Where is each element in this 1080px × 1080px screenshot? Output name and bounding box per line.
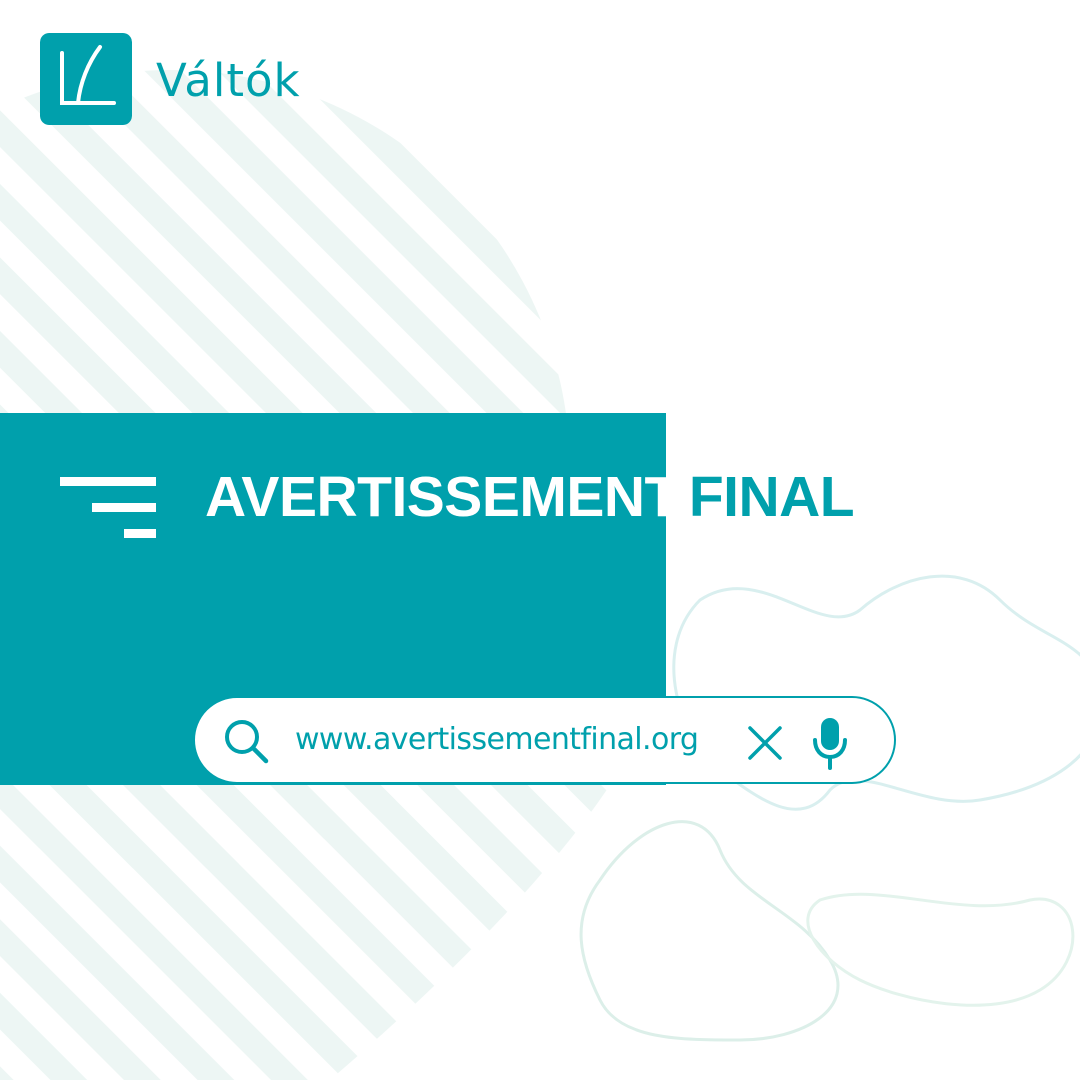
filter-lines-icon <box>60 477 156 538</box>
microphone-icon[interactable] <box>812 716 848 770</box>
headline: AVERTISSEMENT FINAL <box>205 463 855 531</box>
brand-name: Váltók <box>156 53 301 107</box>
headline-word-1: AVERTISSEMENT <box>205 465 679 529</box>
brand-logo: Váltók <box>40 33 301 125</box>
close-icon[interactable] <box>747 725 783 761</box>
search-icon[interactable] <box>223 718 269 764</box>
post-canvas: Váltók AVERTISSEMENT FINAL www.avertisse… <box>0 0 1080 1080</box>
headline-word-2: FINAL <box>688 465 855 529</box>
vl-monogram-icon <box>40 33 132 125</box>
search-bar[interactable]: www.avertissementfinal.org <box>193 696 896 784</box>
stripe-pattern-bottom <box>0 785 610 1080</box>
search-input-value[interactable]: www.avertissementfinal.org <box>295 720 699 760</box>
